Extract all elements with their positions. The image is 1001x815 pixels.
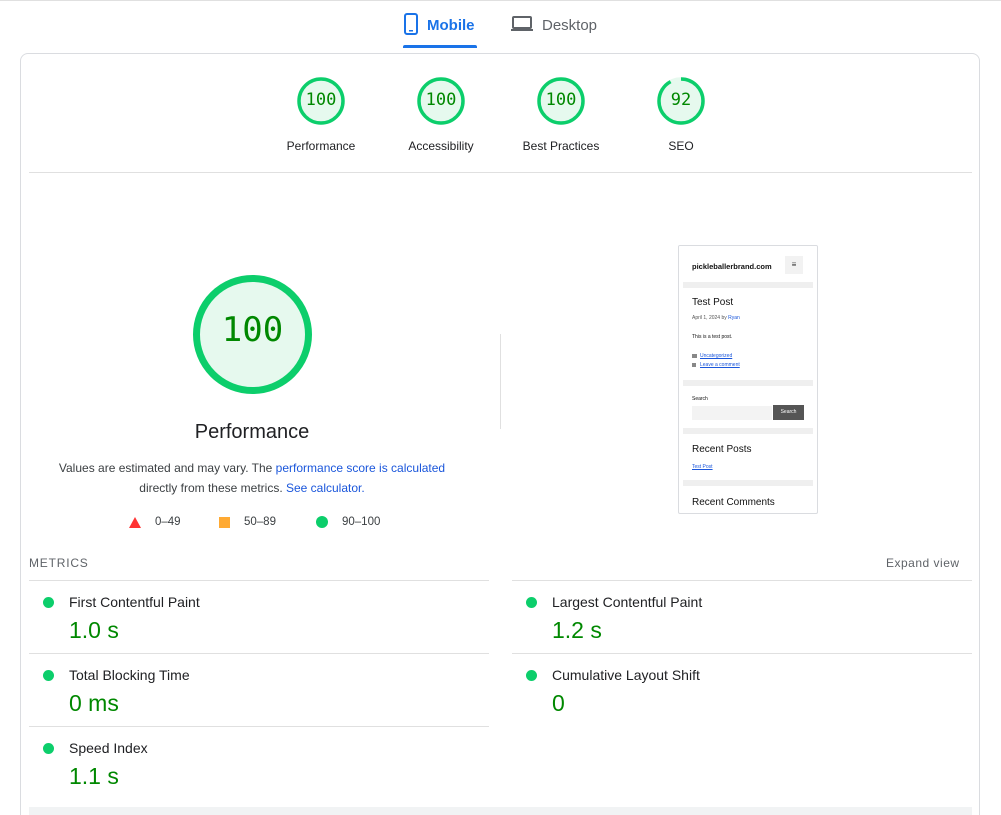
- metric-name: Total Blocking Time: [69, 667, 190, 683]
- tab-mobile[interactable]: Mobile: [403, 13, 477, 49]
- thumb-band: [683, 380, 813, 386]
- pass-circle-icon: [526, 670, 537, 681]
- thumb-search-input: [692, 406, 772, 420]
- metric-value: 1.1 s: [69, 763, 119, 789]
- bottom-bar: [29, 807, 972, 815]
- metric-value: 1.0 s: [69, 617, 119, 643]
- metric-value: 0: [552, 690, 565, 716]
- desc-text: directly from these metrics.: [139, 481, 286, 495]
- desc-text: Values are estimated and may vary. The: [58, 461, 276, 475]
- thumb-recent-post-link: Test Post: [692, 464, 713, 470]
- metric-name: Cumulative Layout Shift: [552, 667, 700, 683]
- circle-icon: [316, 516, 328, 528]
- triangle-icon: [129, 516, 141, 528]
- thumb-site-title: pickleballerbrand.com: [692, 262, 772, 271]
- folder-icon: [692, 354, 697, 358]
- thumb-comment-link: Leave a comment: [700, 362, 740, 368]
- thumb-post-title: Test Post: [692, 297, 734, 308]
- legend-pass: 90–100: [316, 516, 380, 528]
- legend-fail: 0–49: [129, 516, 181, 528]
- legend-fail-label: 0–49: [155, 516, 181, 528]
- thumb-post-body: This is a test post.: [692, 334, 733, 340]
- gauge-performance[interactable]: 100 Performance: [261, 76, 381, 153]
- thumb-header: pickleballerbrand.com ≡: [679, 246, 817, 286]
- pass-circle-icon: [43, 670, 54, 681]
- gauge-score: 100: [425, 90, 457, 110]
- legend-pass-label: 90–100: [342, 516, 381, 528]
- legend-average: 50–89: [219, 516, 276, 528]
- thumb-post-meta: April 1, 2024 by Ryan: [692, 315, 740, 321]
- gauge-label: Accessibility: [408, 139, 474, 153]
- thumb-recent-posts: Recent Posts: [692, 444, 752, 455]
- metric-value: 1.2 s: [552, 617, 602, 643]
- performance-description: Values are estimated and may vary. The p…: [51, 458, 453, 498]
- active-tab-indicator: [403, 45, 477, 48]
- gauge-label: SEO: [668, 139, 694, 153]
- gauge-score: 100: [545, 90, 577, 110]
- tab-desktop-label: Desktop: [542, 17, 598, 34]
- gauge-score: 92: [670, 90, 692, 110]
- page-screenshot[interactable]: pickleballerbrand.com ≡ Test Post April …: [678, 245, 818, 514]
- metric-tbt: Total Blocking Time 0 ms: [29, 654, 489, 726]
- report-card: 100 Performance 100 Accessibility 100 Be…: [20, 53, 980, 815]
- thumb-search-label: Search: [692, 396, 708, 402]
- metric-name: First Contentful Paint: [69, 594, 200, 610]
- gauge-seo[interactable]: 92 SEO: [621, 76, 741, 153]
- thumb-category-link: Uncategorized: [700, 353, 733, 359]
- expand-view-toggle[interactable]: Expand view: [886, 556, 960, 570]
- vertical-separator: [500, 334, 501, 429]
- section-divider: [29, 172, 972, 173]
- gauge-accessibility[interactable]: 100 Accessibility: [381, 76, 501, 153]
- pass-circle-icon: [43, 597, 54, 608]
- device-tabs: Mobile Desktop: [0, 0, 1001, 50]
- gauge-score: 100: [305, 90, 337, 110]
- metric-name: Largest Contentful Paint: [552, 594, 703, 610]
- metric-value: 0 ms: [69, 690, 119, 716]
- metric-fcp: First Contentful Paint 1.0 s: [29, 581, 489, 653]
- thumb-recent-comments: Recent Comments: [692, 497, 775, 508]
- square-icon: [219, 516, 230, 528]
- summary-gauges: 100 Performance 100 Accessibility 100 Be…: [21, 54, 981, 172]
- comment-icon: [692, 363, 696, 367]
- score-calculated-link[interactable]: performance score is calculated: [276, 461, 445, 475]
- gauge-label: Best Practices: [522, 139, 600, 153]
- metrics-heading: METRICS: [29, 556, 89, 570]
- phone-icon: [403, 13, 419, 35]
- thumb-post-author: Ryan: [728, 315, 740, 321]
- metric-cls: Cumulative Layout Shift 0: [512, 654, 972, 726]
- metric-lcp: Largest Contentful Paint 1.2 s: [512, 581, 972, 653]
- thumb-band: [683, 282, 813, 288]
- legend-average-label: 50–89: [244, 516, 276, 528]
- performance-title: Performance: [194, 421, 310, 443]
- hamburger-icon: ≡: [785, 256, 803, 274]
- tab-desktop[interactable]: Desktop: [510, 13, 605, 49]
- metric-si: Speed Index 1.1 s: [29, 727, 489, 799]
- metric-name: Speed Index: [69, 740, 148, 756]
- gauge-best-practices[interactable]: 100 Best Practices: [501, 76, 621, 153]
- thumb-band: [683, 480, 813, 486]
- performance-score: 100: [221, 310, 284, 350]
- see-calculator-link[interactable]: See calculator.: [286, 481, 365, 495]
- pass-circle-icon: [526, 597, 537, 608]
- tab-mobile-label: Mobile: [427, 17, 475, 34]
- thumb-search-button: Search: [773, 405, 804, 420]
- gauge-label: Performance: [286, 139, 356, 153]
- pass-circle-icon: [43, 743, 54, 754]
- score-legend: 0–49 50–89 90–100: [121, 516, 401, 532]
- thumb-band: [683, 428, 813, 434]
- laptop-icon: [510, 13, 534, 33]
- thumb-post-date: April 1, 2024 by: [692, 315, 727, 321]
